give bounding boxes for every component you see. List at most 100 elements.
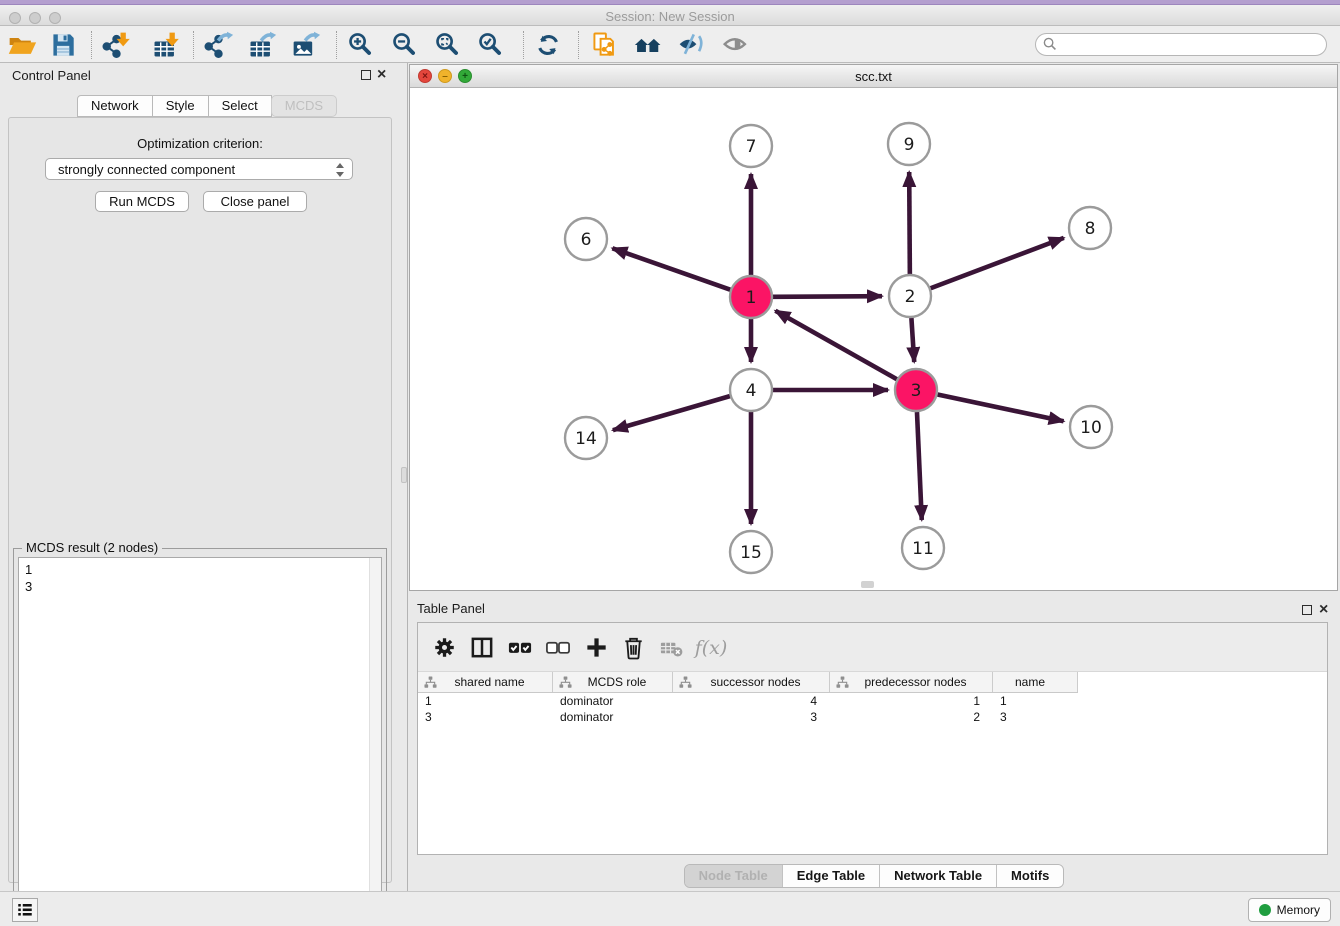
node-7[interactable]: 7 (730, 125, 772, 167)
svg-text:3: 3 (911, 381, 922, 401)
mcds-result-text[interactable]: 1 3 (18, 557, 382, 926)
table-row[interactable]: 3dominator323 (418, 709, 1078, 725)
attribute-tree-icon (559, 676, 572, 689)
canvas-resize-handle[interactable] (861, 581, 874, 588)
delete-table-icon[interactable] (656, 633, 688, 663)
column-header-MCDS-role[interactable]: MCDS role (553, 672, 673, 692)
export-image-icon[interactable] (288, 29, 324, 61)
vertical-splitter[interactable] (400, 63, 408, 891)
table-cell[interactable]: 2 (830, 709, 993, 725)
table-cell[interactable]: 1 (830, 693, 993, 709)
svg-text:2: 2 (905, 287, 916, 307)
table-float-icon[interactable] (1302, 605, 1312, 615)
run-mcds-button[interactable]: Run MCDS (95, 191, 189, 212)
network-window-titlebar[interactable]: × – + scc.txt (410, 65, 1337, 88)
edge-2-3[interactable] (911, 318, 914, 362)
show-all-icon[interactable] (631, 29, 667, 61)
import-network-icon[interactable] (99, 29, 135, 61)
table-panel-title: Table Panel (417, 601, 485, 616)
refresh-icon[interactable] (531, 29, 567, 61)
zoom-out-icon[interactable] (388, 29, 424, 61)
edge-1-2[interactable] (773, 296, 882, 297)
table-toolbar: f(x) (418, 623, 1327, 672)
node-4[interactable]: 4 (730, 369, 772, 411)
column-header-name[interactable]: name (993, 672, 1078, 692)
zoom-selected-icon[interactable] (474, 29, 510, 61)
edge-2-9[interactable] (909, 172, 910, 274)
add-column-icon[interactable] (581, 633, 613, 663)
tab-mcds[interactable]: MCDS (271, 95, 337, 117)
edge-1-6[interactable] (612, 248, 730, 289)
task-history-button[interactable] (12, 898, 38, 922)
splitter-handle[interactable] (401, 467, 407, 483)
export-network-icon[interactable] (201, 29, 237, 61)
open-file-icon[interactable] (4, 29, 40, 61)
table-cell[interactable]: 1 (993, 693, 1078, 709)
network-canvas[interactable]: 7 9 6 8 1 2 4 3 14 10 15 11 (410, 88, 1337, 590)
network-graph[interactable]: 7 9 6 8 1 2 4 3 14 10 15 11 (410, 88, 1337, 590)
node-15[interactable]: 15 (730, 531, 772, 573)
table-cell[interactable]: 3 (993, 709, 1078, 725)
table-cell[interactable]: dominator (553, 709, 673, 725)
column-view-icon[interactable] (466, 633, 498, 663)
search-input[interactable] (1035, 33, 1327, 56)
close-panel-icon[interactable]: × (377, 65, 386, 85)
deselect-all-icon[interactable] (542, 633, 574, 663)
node-6[interactable]: 6 (565, 218, 607, 260)
edge-3-11[interactable] (917, 412, 922, 520)
attribute-tree-icon (424, 676, 437, 689)
function-builder-icon[interactable]: f(x) (695, 633, 727, 663)
import-table-icon[interactable] (148, 29, 184, 61)
node-11[interactable]: 11 (902, 527, 944, 569)
table-cell[interactable]: 3 (418, 709, 553, 725)
edge-3-10[interactable] (938, 395, 1064, 422)
main-toolbar (0, 26, 1340, 63)
tab-network[interactable]: Network (77, 95, 153, 117)
app-titlebar: Session: New Session (0, 5, 1340, 26)
edge-4-14[interactable] (613, 396, 730, 430)
table-tabs: Node TableEdge TableNetwork TableMotifs (408, 864, 1340, 888)
tab-motifs[interactable]: Motifs (996, 865, 1063, 887)
show-details-icon[interactable] (719, 29, 755, 61)
table-cell[interactable]: 3 (673, 709, 830, 725)
select-all-icon[interactable] (504, 633, 536, 663)
tab-select[interactable]: Select (208, 95, 272, 117)
mcds-result-title: MCDS result (2 nodes) (22, 540, 162, 555)
tab-style[interactable]: Style (152, 95, 209, 117)
close-panel-button[interactable]: Close panel (203, 191, 307, 212)
export-table-icon[interactable] (244, 29, 280, 61)
float-panel-icon[interactable] (361, 70, 371, 80)
table-options-icon[interactable] (429, 633, 461, 663)
edge-3-1[interactable] (775, 311, 896, 379)
zoom-in-icon[interactable] (344, 29, 380, 61)
column-header-shared-name[interactable]: shared name (418, 672, 553, 692)
result-scrollbar[interactable] (369, 558, 381, 926)
node-14[interactable]: 14 (565, 417, 607, 459)
node-1[interactable]: 1 (730, 276, 772, 318)
table-cell[interactable]: 1 (418, 693, 553, 709)
criterion-select[interactable]: strongly connected component (45, 158, 353, 180)
column-header-successor-nodes[interactable]: successor nodes (673, 672, 830, 692)
table-row[interactable]: 1dominator411 (418, 693, 1078, 709)
node-table-container: f(x) shared nameMCDS rolesuccessor nodes… (417, 622, 1328, 855)
clone-network-icon[interactable] (587, 29, 623, 61)
save-session-icon[interactable] (46, 29, 82, 61)
tab-network-table[interactable]: Network Table (879, 865, 996, 887)
node-10[interactable]: 10 (1070, 406, 1112, 448)
zoom-fit-icon[interactable] (431, 29, 467, 61)
memory-button[interactable]: Memory (1248, 898, 1331, 922)
table-cell[interactable]: 4 (673, 693, 830, 709)
node-9[interactable]: 9 (888, 123, 930, 165)
toolbar-separator (578, 31, 579, 59)
table-cell[interactable]: dominator (553, 693, 673, 709)
node-2[interactable]: 2 (889, 275, 931, 317)
delete-column-icon[interactable] (618, 633, 650, 663)
tab-node-table[interactable]: Node Table (685, 865, 782, 887)
hide-details-icon[interactable] (674, 29, 710, 61)
column-header-predecessor-nodes[interactable]: predecessor nodes (830, 672, 993, 692)
edge-2-8[interactable] (931, 238, 1064, 288)
table-close-icon[interactable]: × (1319, 600, 1328, 620)
node-3[interactable]: 3 (895, 369, 937, 411)
node-8[interactable]: 8 (1069, 207, 1111, 249)
tab-edge-table[interactable]: Edge Table (782, 865, 879, 887)
